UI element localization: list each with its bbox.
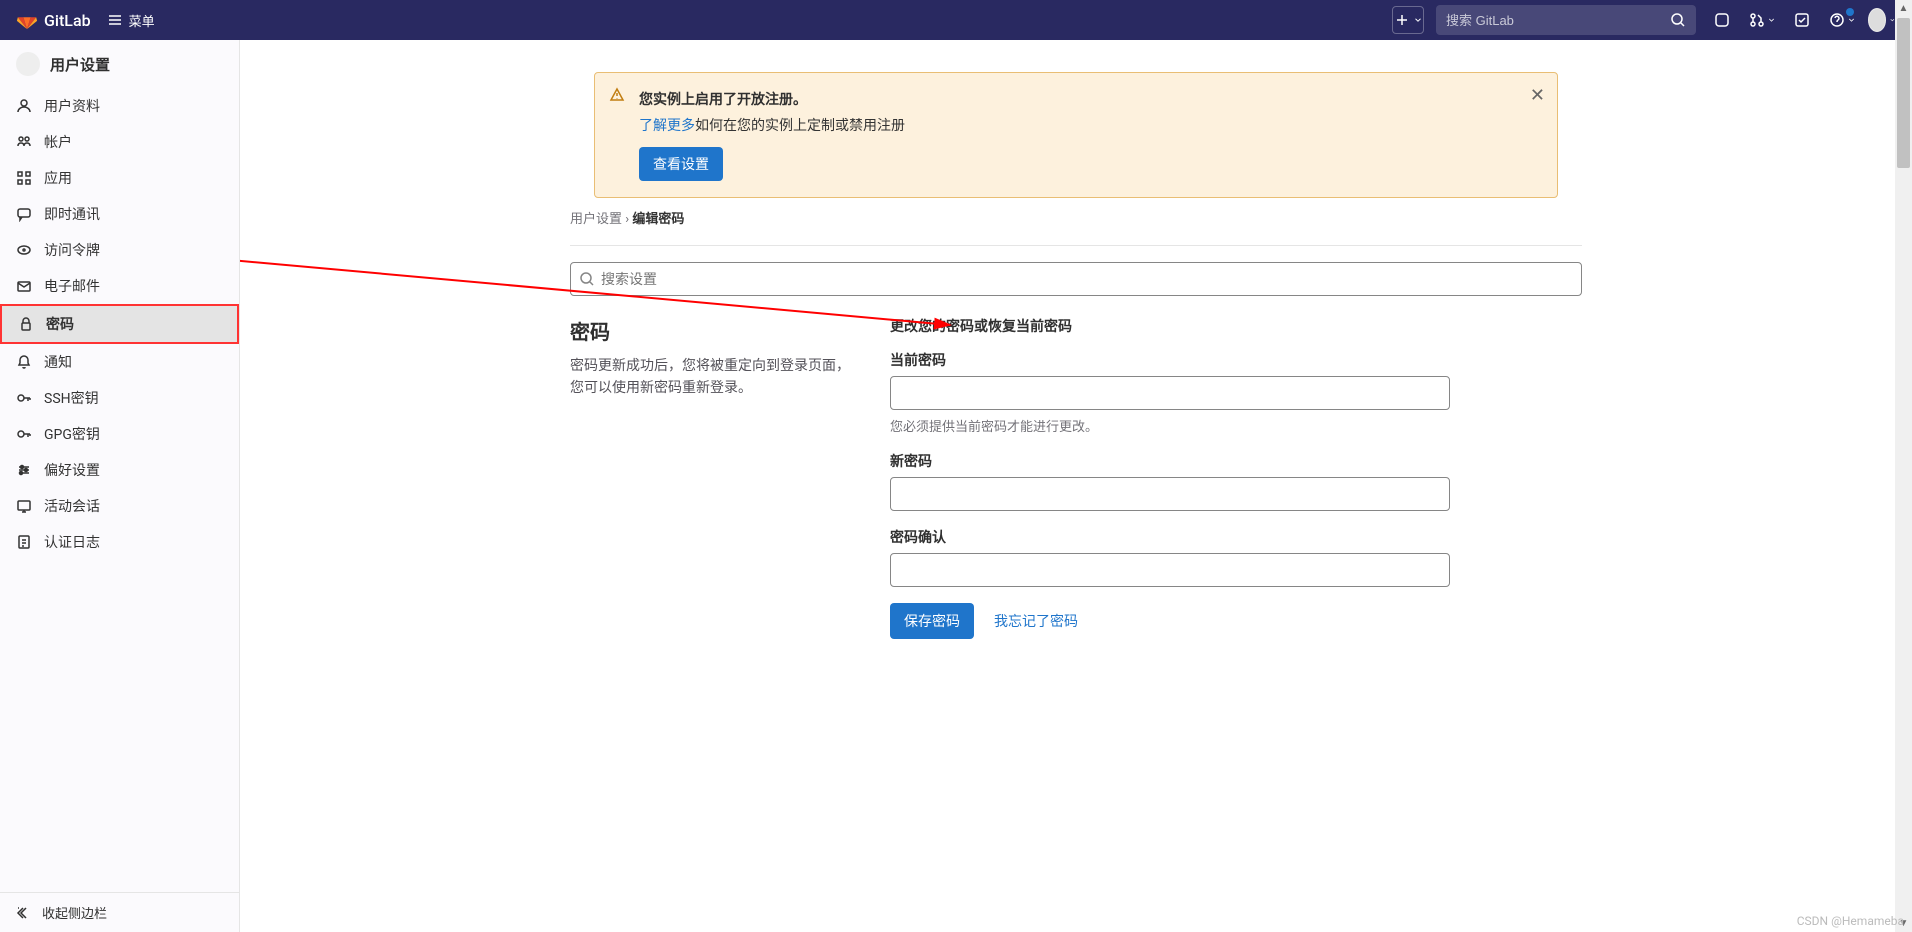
current-password-help: 您必须提供当前密码才能进行更改。 — [890, 416, 1450, 435]
alert-title: 您实例上启用了开放注册。 — [639, 89, 1517, 109]
brand-label: GitLab — [44, 11, 91, 30]
breadcrumb-sep: › — [625, 212, 629, 227]
sidebar-item-mail[interactable]: 电子邮件 — [0, 268, 239, 304]
avatar-icon — [1868, 8, 1886, 32]
sidebar-item-chat[interactable]: 即时通讯 — [0, 196, 239, 232]
learn-more-link[interactable]: 了解更多 — [639, 118, 695, 134]
topbar: GitLab 菜单 — [0, 0, 1912, 40]
sidebar-item-label: 应用 — [44, 168, 72, 188]
sidebar-header[interactable]: 用户设置 — [0, 40, 239, 88]
sidebar-item-label: 密码 — [46, 314, 74, 334]
lock-icon — [18, 316, 34, 332]
sidebar-item-label: 帐户 — [44, 132, 72, 152]
scrollbar-thumb[interactable] — [1897, 18, 1910, 168]
scrollbar-up-icon[interactable]: ▲ — [1895, 0, 1912, 17]
bell-icon — [16, 354, 32, 370]
sidebar-item-token[interactable]: 访问令牌 — [0, 232, 239, 268]
key-icon — [16, 390, 32, 406]
search-input[interactable] — [1446, 13, 1670, 28]
registration-alert: ✕ 您实例上启用了开放注册。 了解更多如何在您的实例上定制或禁用注册 查看设置 — [594, 72, 1558, 198]
sidebar-item-label: SSH密钥 — [44, 388, 99, 408]
user-icon — [16, 98, 32, 114]
user-menu[interactable] — [1868, 6, 1896, 34]
sidebar-item-label: 活动会话 — [44, 496, 100, 516]
new-password-input[interactable] — [890, 477, 1450, 511]
watermark: CSDN @Hemameba — [1797, 914, 1904, 928]
create-new-button[interactable] — [1392, 6, 1424, 34]
sidebar-item-session[interactable]: 活动会话 — [0, 488, 239, 524]
save-password-button[interactable]: 保存密码 — [890, 603, 974, 639]
breadcrumb: 用户设置 › 编辑密码 — [570, 198, 1582, 237]
collapse-icon — [16, 905, 32, 921]
sidebar-item-log[interactable]: 认证日志 — [0, 524, 239, 560]
chat-icon — [16, 206, 32, 222]
global-search[interactable] — [1436, 5, 1696, 35]
search-settings-icon — [579, 271, 595, 291]
issues-icon[interactable] — [1708, 6, 1736, 34]
user-avatar-icon — [16, 52, 40, 76]
forgot-password-link[interactable]: 我忘记了密码 — [994, 611, 1078, 631]
sidebar-item-label: 用户资料 — [44, 96, 100, 116]
chevron-down-icon — [1413, 12, 1423, 28]
sidebar-item-label: 认证日志 — [44, 532, 100, 552]
confirm-password-label: 密码确认 — [890, 527, 1450, 547]
sidebar-item-bell[interactable]: 通知 — [0, 344, 239, 380]
scrollbar[interactable]: ▲ ▼ — [1895, 0, 1912, 932]
sidebar-item-pref[interactable]: 偏好设置 — [0, 452, 239, 488]
todos-icon[interactable] — [1788, 6, 1816, 34]
merge-requests-icon[interactable] — [1748, 6, 1776, 34]
breadcrumb-root[interactable]: 用户设置 — [570, 212, 622, 227]
session-icon — [16, 498, 32, 514]
sidebar-item-label: 访问令牌 — [44, 240, 100, 260]
search-icon — [1670, 12, 1686, 28]
sidebar-item-label: 电子邮件 — [44, 276, 100, 296]
sidebar-item-key[interactable]: GPG密钥 — [0, 416, 239, 452]
sidebar-item-user[interactable]: 用户资料 — [0, 88, 239, 124]
sidebar-item-account[interactable]: 帐户 — [0, 124, 239, 160]
sidebar-item-label: 偏好设置 — [44, 460, 100, 480]
token-icon — [16, 242, 32, 258]
gitlab-logo[interactable]: GitLab — [16, 9, 91, 31]
alert-body-text: 如何在您的实例上定制或禁用注册 — [695, 118, 905, 134]
sidebar-item-label: 通知 — [44, 352, 72, 372]
sidebar-item-key[interactable]: SSH密钥 — [0, 380, 239, 416]
search-settings-input[interactable] — [570, 262, 1582, 296]
view-settings-button[interactable]: 查看设置 — [639, 147, 723, 181]
account-icon — [16, 134, 32, 150]
plus-icon — [1394, 12, 1410, 28]
collapse-sidebar-button[interactable]: 收起侧边栏 — [0, 892, 239, 932]
password-section-desc: 密码更新成功后，您将被重定向到登录页面，您可以使用新密码重新登录。 — [570, 355, 850, 400]
sidebar-item-apps[interactable]: 应用 — [0, 160, 239, 196]
menu-button[interactable]: 菜单 — [107, 11, 155, 30]
form-heading: 更改您的密码或恢复当前密码 — [890, 316, 1450, 336]
alert-close-button[interactable]: ✕ — [1530, 85, 1545, 106]
help-icon[interactable] — [1828, 6, 1856, 34]
collapse-label: 收起侧边栏 — [42, 903, 107, 922]
apps-icon — [16, 170, 32, 186]
gitlab-icon — [16, 9, 38, 31]
warning-icon — [609, 87, 625, 107]
sidebar-title: 用户设置 — [50, 54, 110, 75]
breadcrumb-current: 编辑密码 — [632, 212, 684, 227]
sidebar-item-label: GPG密钥 — [44, 424, 100, 444]
new-password-label: 新密码 — [890, 451, 1450, 471]
sidebar: 用户设置 用户资料帐户应用即时通讯访问令牌电子邮件密码通知 SSH密钥 GPG密钥偏… — [0, 40, 240, 932]
log-icon — [16, 534, 32, 550]
current-password-input[interactable] — [890, 376, 1450, 410]
menu-label: 菜单 — [129, 11, 155, 30]
sidebar-item-label: 即时通讯 — [44, 204, 100, 224]
password-section-title: 密码 — [570, 316, 850, 345]
sidebar-item-lock[interactable]: 密码 — [0, 304, 239, 344]
mail-icon — [16, 278, 32, 294]
pref-icon — [16, 462, 32, 478]
alert-body: 了解更多如何在您的实例上定制或禁用注册 — [639, 115, 1517, 135]
confirm-password-input[interactable] — [890, 553, 1450, 587]
current-password-label: 当前密码 — [890, 350, 1450, 370]
main-content: ✕ 您实例上启用了开放注册。 了解更多如何在您的实例上定制或禁用注册 查看设置 … — [240, 40, 1912, 932]
hamburger-icon — [107, 12, 123, 28]
key-icon — [16, 426, 32, 442]
